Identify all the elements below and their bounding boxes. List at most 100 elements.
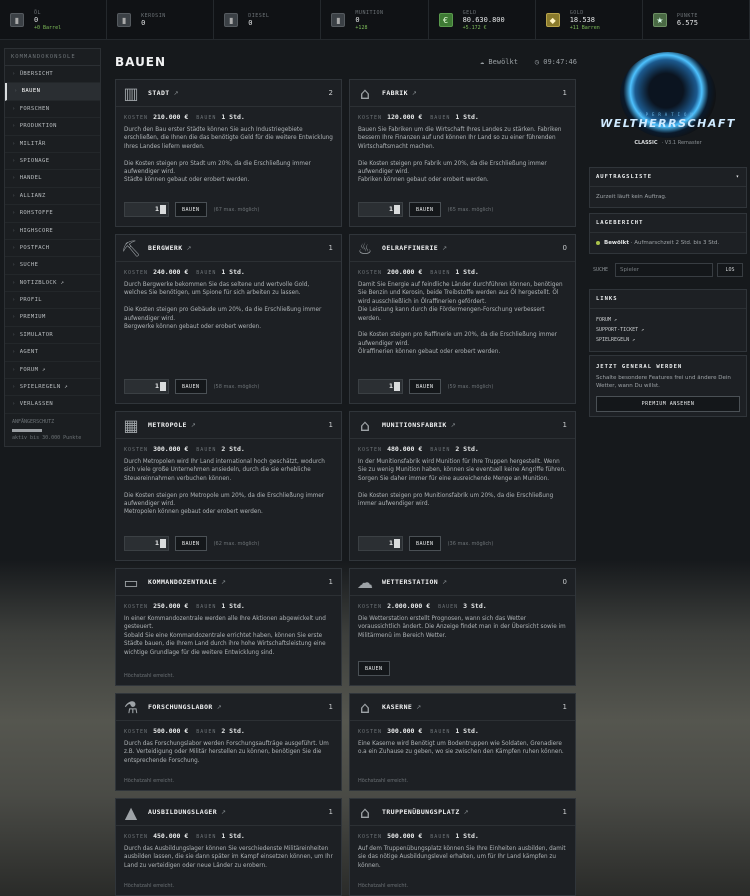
search-button[interactable]: LOS <box>717 263 743 277</box>
link-item-0[interactable]: FORUM ↗ <box>596 315 740 325</box>
sidebar-item-15[interactable]: SIMULATOR <box>5 327 100 345</box>
quantity-input[interactable]: 1 <box>358 379 403 394</box>
search-input[interactable]: Spieler <box>615 263 713 277</box>
resource-value: 0 <box>34 15 39 24</box>
quantity-input[interactable]: 1 <box>124 379 169 394</box>
external-link-icon[interactable]: ↗ <box>191 422 196 429</box>
sidebar-item-0[interactable]: ÜBERSICHT <box>5 66 100 84</box>
building-card: ⌂ TRUPPENÜBUNGSPLATZ ↗ 1 KOSTEN 500.000 € BAU… <box>349 798 576 896</box>
resource-label: PUNKTE <box>676 12 698 19</box>
protection-label: ANFÄNGERSCHUTZ <box>12 418 55 425</box>
building-description: In einer Kommandozentrale werden alle Ih… <box>124 616 326 631</box>
sidebar-item-10[interactable]: POSTFACH <box>5 240 100 258</box>
build-form: 1 BAUEN (65 max. möglich) <box>358 202 493 217</box>
building-description: Bergwerke können gebaut oder erobert wer… <box>124 324 261 331</box>
quantity-input[interactable]: 1 <box>358 202 403 217</box>
building-name[interactable]: FORSCHUNGSLABOR <box>148 703 213 711</box>
building-description: Die Kosten steigen pro Stadt um 20%, da … <box>124 160 311 176</box>
build-button[interactable]: BAUEN <box>358 661 390 676</box>
external-link-icon[interactable]: ↗ <box>187 245 192 252</box>
external-link-icon[interactable]: ↗ <box>217 704 222 711</box>
spinner-icon[interactable] <box>394 205 400 214</box>
quantity-input[interactable]: 1 <box>124 536 169 551</box>
premium-panel: JETZT GENERAL WERDEN Schalte besondere F… <box>589 355 747 417</box>
weather-station-icon: ☁ <box>357 572 373 592</box>
external-link-icon[interactable]: ↗ <box>221 809 226 816</box>
building-cost: 240.000 € <box>153 268 189 276</box>
spinner-icon[interactable] <box>394 382 400 391</box>
sidebar-item-7[interactable]: ALLIANZ <box>5 188 100 206</box>
external-link-icon[interactable]: ↗ <box>416 704 421 711</box>
building-name[interactable]: BERGWERK <box>148 244 183 252</box>
building-description: Die Leistung kann durch die Fördermengen… <box>358 307 545 322</box>
quantity-input[interactable]: 1 <box>124 202 169 217</box>
build-button[interactable]: BAUEN <box>175 202 207 217</box>
resource-4: € GELD 80.630.800 +5.172 € <box>429 0 536 40</box>
sidebar-item-14[interactable]: PREMIUM <box>5 309 100 327</box>
build-button[interactable]: BAUEN <box>409 202 441 217</box>
spinner-icon[interactable] <box>160 205 166 214</box>
building-name[interactable]: FABRIK <box>382 89 408 97</box>
building-name[interactable]: STADT <box>148 89 170 97</box>
collapse-icon[interactable]: ▾ <box>736 174 740 180</box>
sidebar-item-8[interactable]: ROHSTOFFE <box>5 205 100 223</box>
external-link-icon[interactable]: ↗ <box>442 245 447 252</box>
spinner-icon[interactable] <box>394 539 400 548</box>
building-cost-row: KOSTEN 300.000 € BAUEN 2 Std. <box>124 445 245 453</box>
sidebar-item-3[interactable]: PRODUKTION <box>5 118 100 136</box>
sidebar-item-4[interactable]: MILITÄR <box>5 136 100 153</box>
build-button[interactable]: BAUEN <box>409 536 441 551</box>
sidebar-item-6[interactable]: HANDEL <box>5 170 100 188</box>
building-name[interactable]: METROPOLE <box>148 421 187 429</box>
sidebar-item-2[interactable]: FORSCHEN <box>5 101 100 119</box>
build-form: 1 BAUEN (67 max. möglich) <box>124 202 259 217</box>
player-search: SUCHE Spieler LOS <box>593 263 743 277</box>
build-button[interactable]: BAUEN <box>175 379 207 394</box>
resource-3: ▮ MUNITION 0 +128 <box>321 0 429 40</box>
premium-button[interactable]: PREMIUM ANSEHEN <box>596 396 740 412</box>
sidebar-item-16[interactable]: AGENT <box>5 344 100 362</box>
external-link-icon[interactable]: ↗ <box>442 579 447 586</box>
building-name[interactable]: TRUPPENÜBUNGSPLATZ <box>382 808 460 816</box>
building-description: Die Kosten steigen pro Raffinerie um 20%… <box>358 332 557 347</box>
sidebar-item-1[interactable]: BAUEN <box>5 83 100 101</box>
building-card: ⌂ MUNITIONSFABRIK ↗ 1 KOSTEN 480.000 € BAUEN 2… <box>349 411 576 561</box>
sidebar-item-5[interactable]: SPIONAGE <box>5 153 100 171</box>
build-button[interactable]: BAUEN <box>175 536 207 551</box>
sidebar-item-9[interactable]: HIGHSCORE <box>5 223 100 240</box>
building-card: ☁ WETTERSTATION ↗ 0 KOSTEN 2.000.000 € BAUEN 3… <box>349 568 576 686</box>
building-description <box>124 483 333 491</box>
sidebar-item-13[interactable]: PROFIL <box>5 292 100 310</box>
external-link-icon[interactable]: ↗ <box>174 90 179 97</box>
external-link-icon[interactable]: ↗ <box>464 809 469 816</box>
spinner-icon[interactable] <box>160 539 166 548</box>
quantity-input[interactable]: 1 <box>358 536 403 551</box>
sidebar-item-19[interactable]: VERLASSEN <box>5 396 100 414</box>
resource-5: ◆ GOLD 18.538 +11 Barren <box>536 0 643 40</box>
external-link-icon[interactable]: ↗ <box>221 579 226 586</box>
external-link-icon[interactable]: ↗ <box>412 90 417 97</box>
sidebar-item-18[interactable]: SPIELREGELN ↗ <box>5 379 100 397</box>
spinner-icon[interactable] <box>160 382 166 391</box>
link-item-2[interactable]: SPIELREGELN ↗ <box>596 335 740 345</box>
building-description <box>124 151 333 159</box>
building-name[interactable]: WETTERSTATION <box>382 578 438 586</box>
max-reached-note: Höchstzahl erreicht. <box>124 778 175 784</box>
sidebar-item-12[interactable]: NOTIZBLOCK ↗ <box>5 275 100 293</box>
building-name[interactable]: KOMMANDOZENTRALE <box>148 578 217 586</box>
queue-title[interactable]: AUFTRAGSLISTE ▾ <box>590 168 746 187</box>
building-name[interactable]: OELRAFFINERIE <box>382 244 438 252</box>
link-item-1[interactable]: SUPPORT-TICKET ↗ <box>596 325 740 335</box>
build-button[interactable]: BAUEN <box>409 379 441 394</box>
building-name[interactable]: MUNITIONSFABRIK <box>382 421 447 429</box>
logo-line2: WELTHERRSCHAFT <box>600 117 736 130</box>
gold-icon: ◆ <box>545 13 560 27</box>
external-link-icon[interactable]: ↗ <box>451 422 456 429</box>
training-camp-icon: ▲ <box>124 802 138 822</box>
building-name[interactable]: AUSBILDUNGSLAGER <box>148 808 217 816</box>
sidebar-item-17[interactable]: FORUM ↗ <box>5 362 100 380</box>
max-reached-note: Höchstzahl erreicht. <box>124 673 175 679</box>
sidebar-item-11[interactable]: SUCHE <box>5 257 100 275</box>
building-name[interactable]: KASERNE <box>382 703 412 711</box>
refinery-icon: ♨ <box>357 238 373 258</box>
